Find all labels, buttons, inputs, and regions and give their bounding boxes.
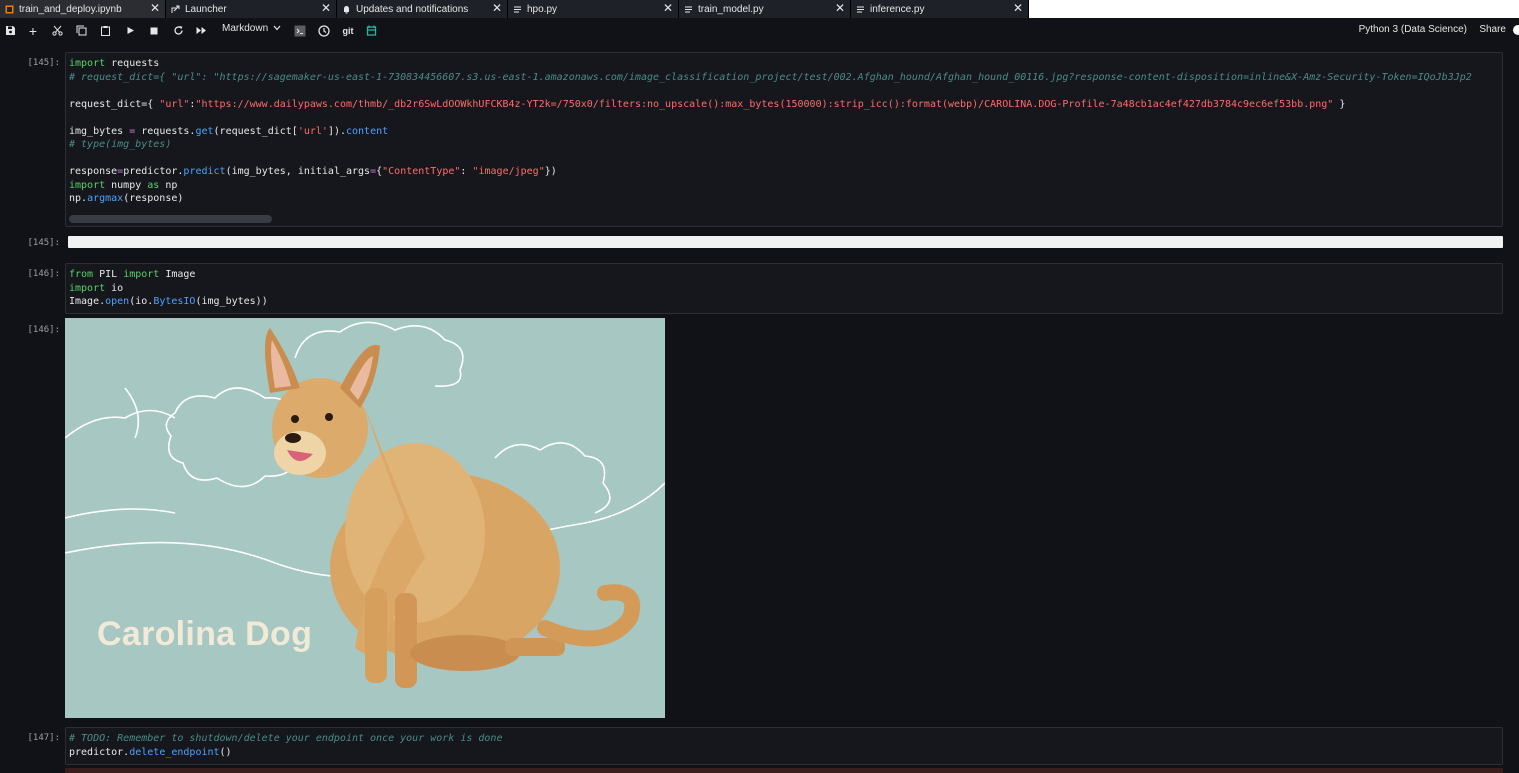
file-icon bbox=[856, 5, 865, 14]
close-icon[interactable]: ✕ bbox=[1013, 2, 1023, 15]
input-prompt: [145]: bbox=[27, 58, 60, 68]
clock-icon[interactable] bbox=[317, 22, 331, 39]
tab-train-and-deploy[interactable]: train_and_deploy.ipynb ✕ bbox=[0, 0, 166, 18]
file-icon bbox=[684, 5, 693, 14]
output-area bbox=[68, 236, 1503, 248]
bell-icon bbox=[342, 5, 351, 14]
close-icon[interactable]: ✕ bbox=[492, 2, 502, 15]
tab-label: train_model.py bbox=[698, 3, 764, 15]
cell-type-select[interactable]: Markdown bbox=[222, 23, 281, 34]
code-editor[interactable]: from PIL import Image import io Image.op… bbox=[66, 268, 268, 309]
code-cell[interactable]: # TODO: Remember to shutdown/delete your… bbox=[65, 727, 1503, 765]
input-prompt: [146]: bbox=[27, 269, 60, 279]
restart-icon[interactable] bbox=[171, 22, 185, 39]
tab-label: train_and_deploy.ipynb bbox=[19, 3, 122, 15]
error-output-strip bbox=[65, 768, 1503, 773]
tab-updates[interactable]: Updates and notifications ✕ bbox=[337, 0, 508, 18]
input-prompt: [147]: bbox=[27, 733, 60, 743]
run-icon[interactable] bbox=[123, 22, 137, 39]
code-editor[interactable]: import requests # request_dict={ "url": … bbox=[66, 57, 1472, 206]
code-cell[interactable]: import requests # request_dict={ "url": … bbox=[65, 52, 1503, 227]
notebook-toolbar: + Markdown git Python 3 (Data Science) S… bbox=[0, 18, 1519, 43]
close-icon[interactable]: ✕ bbox=[835, 2, 845, 15]
debugger-icon[interactable] bbox=[364, 22, 378, 39]
cell-type-value: Markdown bbox=[222, 23, 269, 34]
stop-icon[interactable] bbox=[147, 22, 161, 39]
tab-label: inference.py bbox=[870, 3, 925, 15]
code-editor[interactable]: # TODO: Remember to shutdown/delete your… bbox=[66, 732, 502, 759]
terminal-icon[interactable] bbox=[293, 22, 307, 39]
tab-bar: train_and_deploy.ipynb ✕ Launcher ✕ Upda… bbox=[0, 0, 1519, 18]
git-icon[interactable]: git bbox=[340, 22, 356, 39]
save-icon[interactable] bbox=[3, 22, 17, 39]
close-icon[interactable]: ✕ bbox=[150, 2, 160, 15]
add-cell-icon[interactable]: + bbox=[26, 22, 40, 39]
paste-icon[interactable] bbox=[98, 22, 112, 39]
image-caption: Carolina Dog bbox=[97, 615, 313, 653]
code-cell[interactable]: from PIL import Image import io Image.op… bbox=[65, 263, 1503, 314]
tab-label: Updates and notifications bbox=[356, 3, 469, 15]
share-button[interactable]: Share bbox=[1479, 24, 1506, 35]
chevron-down-icon bbox=[273, 23, 281, 34]
close-icon[interactable]: ✕ bbox=[321, 2, 331, 15]
tab-launcher[interactable]: Launcher ✕ bbox=[166, 0, 337, 18]
tab-label: hpo.py bbox=[527, 3, 558, 15]
tab-inference[interactable]: inference.py ✕ bbox=[851, 0, 1029, 18]
output-prompt: [145]: bbox=[27, 238, 60, 248]
fast-forward-icon[interactable] bbox=[194, 22, 208, 39]
tab-label: Launcher bbox=[185, 3, 227, 15]
tab-hpo[interactable]: hpo.py ✕ bbox=[508, 0, 679, 18]
close-icon[interactable]: ✕ bbox=[663, 2, 673, 15]
launcher-icon bbox=[171, 5, 180, 14]
tab-train-model[interactable]: train_model.py ✕ bbox=[679, 0, 851, 18]
horizontal-scrollbar[interactable] bbox=[69, 215, 272, 223]
notebook-icon bbox=[5, 5, 14, 14]
output-image: Carolina Dog bbox=[65, 318, 665, 718]
kernel-status-icon bbox=[1513, 25, 1519, 35]
copy-icon[interactable] bbox=[74, 22, 88, 39]
file-icon bbox=[513, 5, 522, 14]
cut-icon[interactable] bbox=[50, 22, 64, 39]
dog-illustration bbox=[65, 321, 665, 688]
kernel-name[interactable]: Python 3 (Data Science) bbox=[1359, 24, 1467, 35]
output-prompt: [146]: bbox=[27, 325, 60, 335]
